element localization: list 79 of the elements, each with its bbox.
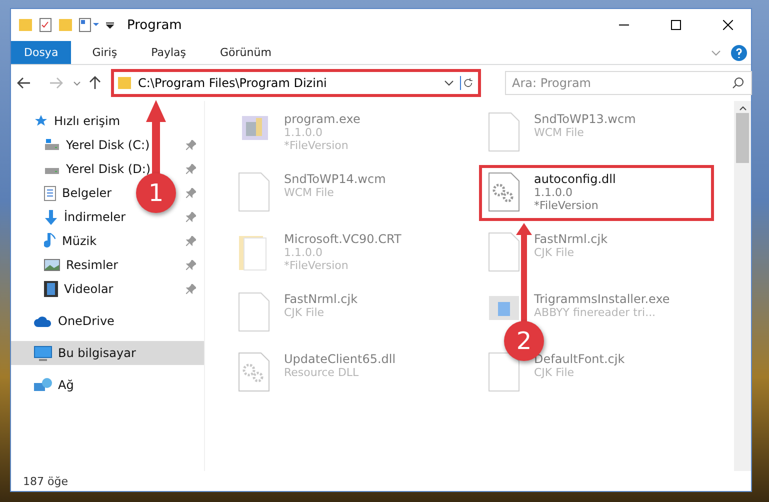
file-name[interactable]: SndToWP13.wcm: [534, 112, 636, 126]
file-name[interactable]: FastNrml.cjk: [284, 292, 358, 306]
nav-item[interactable]: Yerel Disk (C:): [66, 138, 150, 152]
file-icon: [488, 232, 520, 272]
file-tile[interactable]: autoconfig.dll 1.1.0.0 *FileVersion: [479, 165, 714, 221]
dropdown-icon[interactable]: [105, 20, 115, 30]
refresh-icon[interactable]: [460, 76, 474, 90]
down-arrow-icon: [44, 210, 58, 224]
file-name: autoconfig.dll: [534, 172, 616, 186]
folder-icon: [118, 76, 132, 90]
search-field[interactable]: Ara: Program: [505, 71, 752, 95]
chevron-down-icon[interactable]: [444, 80, 454, 86]
file-name[interactable]: SndToWP14.wcm: [284, 172, 386, 186]
file-detail: CJK File: [534, 366, 576, 379]
file-name[interactable]: UpdateClient65.dll: [284, 352, 396, 366]
nav-item[interactable]: Müzik: [62, 234, 97, 248]
nav-item[interactable]: OneDrive: [11, 309, 204, 333]
checklist-icon[interactable]: [39, 18, 53, 32]
help-icon[interactable]: [731, 44, 747, 60]
close-icon: [723, 20, 733, 30]
music-note-icon: [44, 233, 56, 249]
monitor-icon: [34, 346, 52, 360]
gear-file-icon: [488, 172, 520, 212]
star-icon: [34, 114, 48, 128]
file-name[interactable]: Microsoft.VC90.CRT: [284, 232, 402, 246]
file-detail: WCM File: [534, 126, 585, 139]
folder-icon: [19, 18, 33, 32]
file-name[interactable]: TrigrammsInstaller.exe: [534, 292, 670, 306]
nav-label: Bu bilgisayar: [58, 346, 136, 360]
drive-icon: [44, 139, 60, 151]
nav-item[interactable]: İndirmeler: [64, 210, 126, 224]
file-name[interactable]: program.exe: [284, 112, 360, 126]
file-detail: 1.1.0.0: [534, 186, 574, 199]
network-icon: [34, 378, 52, 392]
nav-item[interactable]: Resimler: [66, 258, 118, 272]
cloud-icon: [34, 316, 52, 326]
file-icon: [488, 352, 520, 392]
file-detail: 1.1.0.0: [284, 246, 324, 259]
nav-item[interactable]: Ağ: [11, 373, 204, 397]
picture-icon: [44, 259, 60, 271]
properties-icon[interactable]: [79, 18, 99, 32]
ribbon-tab[interactable]: Paylaş: [138, 41, 199, 64]
back-arrow-icon[interactable]: [17, 77, 31, 89]
document-icon: [44, 186, 56, 200]
address-path: C:\Program Files\Program Dizini: [138, 76, 328, 90]
nav-item[interactable]: Hızlı erişim: [11, 109, 204, 133]
maximize-icon: [671, 20, 681, 30]
file-name[interactable]: FastNrml.cjk: [534, 232, 608, 246]
file-detail: *FileVersion: [284, 259, 350, 272]
scrollbar[interactable]: [734, 101, 751, 471]
file-detail: CJK File: [284, 306, 326, 319]
scroll-thumb[interactable]: [736, 113, 749, 163]
file-detail: WCM File: [284, 186, 335, 199]
file-icon: [488, 112, 520, 152]
up-arrow-icon[interactable]: [89, 76, 101, 90]
file-detail: 1.1.0.0: [284, 126, 324, 139]
nav-item[interactable]: Videolar: [64, 282, 114, 296]
file-detail: *FileVersion: [284, 139, 350, 152]
nav-item[interactable]: Bu bilgisayar: [11, 341, 204, 365]
nav-item[interactable]: Yerel Disk (D:): [66, 162, 151, 176]
file-detail: CJK File: [534, 246, 576, 259]
ribbon-tab[interactable]: Dosya: [11, 41, 72, 64]
scroll-up-icon[interactable]: [738, 105, 746, 111]
file-icon: [238, 172, 270, 212]
window-title: Program: [127, 18, 183, 32]
nav-label: Ağ: [58, 378, 74, 392]
nav-label: Hızlı erişim: [54, 114, 120, 128]
file-icon: [238, 292, 270, 332]
ribbon-tab[interactable]: Giriş: [79, 41, 130, 64]
nav-label: OneDrive: [58, 314, 114, 328]
nav-item[interactable]: Belgeler: [62, 186, 112, 200]
file-detail: *FileVersion: [534, 199, 600, 212]
file-detail: ABBYY finereader tri...: [534, 306, 657, 319]
film-icon: [44, 281, 58, 297]
address-bar[interactable]: C:\Program Files\Program Dizini: [111, 69, 481, 97]
gear-file-icon: [238, 352, 270, 392]
ribbon-tab[interactable]: Görünüm: [207, 41, 284, 64]
file-detail: Resource DLL: [284, 366, 360, 379]
item-count: 187 öğe: [23, 474, 68, 488]
